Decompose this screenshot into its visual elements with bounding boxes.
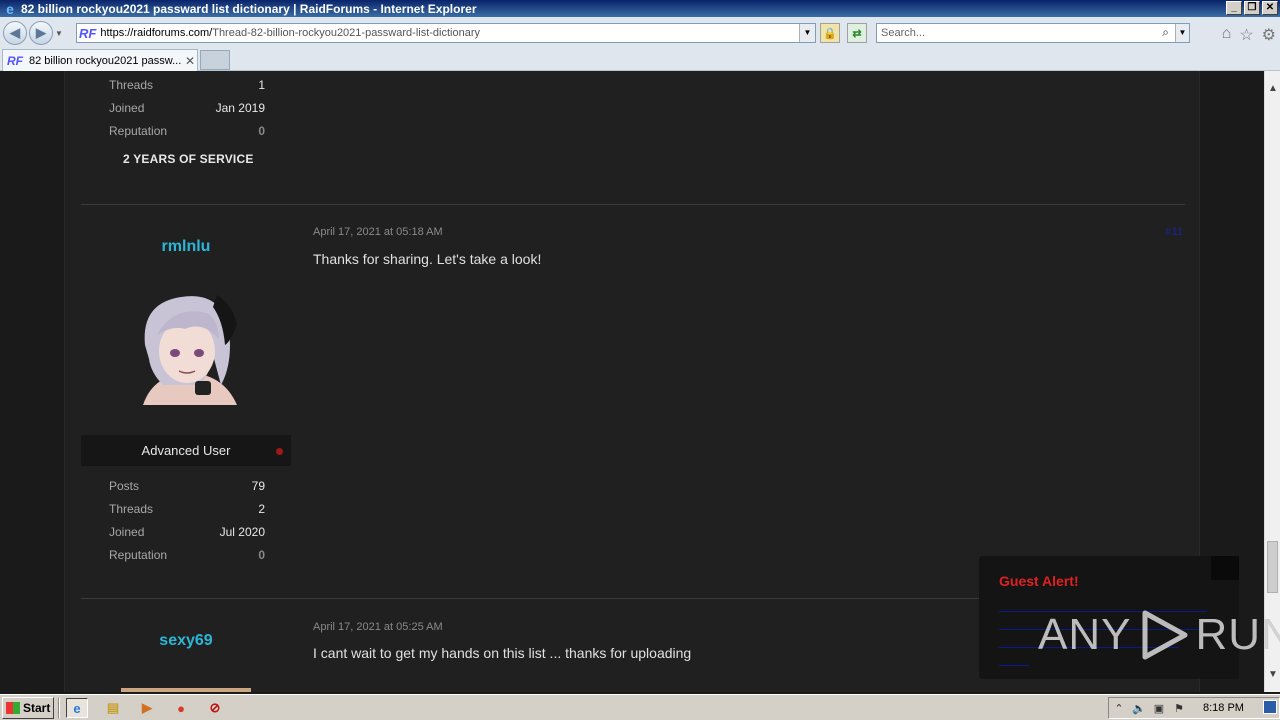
close-button[interactable]: ✕	[1262, 1, 1278, 15]
post-username[interactable]: rmlnlu	[81, 238, 291, 256]
network-icon[interactable]: ▣	[1149, 702, 1169, 715]
navigation-bar: ◀ ▶ ▼ RF https://raidforums.com/Thread-8…	[0, 17, 1280, 49]
windows-logo-icon	[6, 702, 20, 714]
page-scrollbar[interactable]: ▲ ▼	[1264, 71, 1280, 692]
user-avatar[interactable]	[121, 688, 251, 692]
internet-explorer-taskbar-icon[interactable]: e	[66, 698, 88, 718]
scrollbar-thumb[interactable]	[1267, 541, 1278, 593]
user-rank-label: Advanced User	[141, 443, 231, 458]
address-dropdown-icon[interactable]: ▼	[799, 24, 815, 42]
show-desktop-button[interactable]	[1263, 700, 1277, 714]
stat-row: Threads 2	[109, 497, 265, 520]
search-input[interactable]: Search... ⌕ ▼	[876, 23, 1190, 43]
scroll-up-icon[interactable]: ▲	[1268, 83, 1278, 94]
window-controls: _ ❐ ✕	[1226, 1, 1278, 15]
online-status-icon	[276, 448, 283, 455]
action-center-flag-icon[interactable]: ⚑	[1169, 702, 1189, 715]
watermark-right: RUN	[1195, 610, 1280, 659]
play-icon	[1142, 610, 1188, 660]
media-player-icon[interactable]: ▶	[136, 698, 158, 718]
chrome-icon[interactable]: ●	[170, 698, 192, 718]
window-titlebar: e 82 billion rockyou2021 passward list d…	[0, 0, 1280, 17]
forward-button[interactable]: ▶	[29, 21, 53, 45]
file-explorer-icon[interactable]: ▤	[102, 698, 124, 718]
stat-value: 1	[258, 77, 265, 92]
watermark-left: ANY	[1038, 610, 1132, 659]
new-tab-button[interactable]	[200, 50, 230, 70]
alert-close-button[interactable]	[1211, 556, 1239, 580]
post-body: Thanks for sharing. Let's take a look!	[313, 251, 542, 267]
stat-label: Threads	[109, 77, 154, 92]
stat-row: Joined Jan 2019	[109, 96, 265, 119]
system-tray: ⌃ 🔈 ▣ ⚑ 8:18 PM	[1108, 697, 1280, 719]
search-icon[interactable]: ⌕	[1162, 25, 1169, 40]
post-username[interactable]: sexy69	[81, 632, 291, 650]
stat-label: Reputation	[109, 123, 168, 138]
stat-row: Reputation 0	[109, 119, 265, 142]
stat-label: Posts	[109, 478, 140, 493]
tab-close-icon[interactable]: ✕	[185, 54, 195, 68]
url-text[interactable]: https://raidforums.com/Thread-82-billion…	[100, 27, 480, 39]
prev-user-stats: Threads 1 Joined Jan 2019 Reputation 0	[109, 73, 265, 142]
tab-favicon-icon: RF	[7, 53, 23, 68]
address-bar[interactable]: RF https://raidforums.com/Thread-82-bill…	[76, 23, 816, 43]
start-button[interactable]: Start	[2, 697, 54, 719]
windows-taskbar: Start e ▤ ▶ ● ⊘ ⌃ 🔈 ▣ ⚑ 8:18 PM	[0, 694, 1280, 720]
favorites-star-icon[interactable]: ☆	[1239, 25, 1253, 45]
stat-label: Threads	[109, 501, 154, 516]
post-date: April 17, 2021 at 05:25 AM	[313, 621, 443, 633]
history-dropdown-icon[interactable]: ▼	[55, 29, 65, 38]
settings-gear-icon[interactable]: ⚙	[1262, 25, 1276, 45]
home-icon[interactable]: ⌂	[1222, 25, 1232, 45]
post-body: I cant wait to get my hands on this list…	[313, 645, 692, 661]
user-stats: Posts 79 Threads 2 Joined Jul 2020 Reput…	[109, 474, 265, 566]
search-placeholder: Search...	[881, 27, 926, 39]
years-of-service-badge: 2 YEARS OF SERVICE	[123, 152, 254, 166]
volume-icon[interactable]: 🔈	[1129, 702, 1149, 715]
stat-value: Jan 2019	[215, 100, 265, 115]
security-alert-icon[interactable]: ⊘	[204, 698, 226, 718]
user-rank-bar: Advanced User	[81, 435, 291, 466]
security-lock-icon[interactable]: 🔒	[820, 23, 840, 43]
stat-value: 79	[251, 478, 265, 493]
search-dropdown-icon[interactable]: ▼	[1175, 24, 1189, 42]
guest-alert-title: Guest Alert!	[999, 573, 1079, 589]
stat-label: Reputation	[109, 547, 168, 562]
maximize-button[interactable]: ❐	[1244, 1, 1260, 15]
post-number-link[interactable]: #11	[1165, 226, 1183, 238]
refresh-icon[interactable]: ⇄	[847, 23, 867, 43]
url-domain: https://raidforums.com/	[100, 27, 213, 39]
stat-row: Joined Jul 2020	[109, 520, 265, 543]
stat-row: Threads 1	[109, 73, 265, 96]
post-date: April 17, 2021 at 05:18 AM	[313, 226, 443, 238]
start-label: Start	[23, 701, 51, 715]
minimize-button[interactable]: _	[1226, 1, 1242, 15]
tray-expand-icon[interactable]: ⌃	[1109, 702, 1129, 715]
tab-raidforums-thread[interactable]: RF 82 billion rockyou2021 passw... ✕	[2, 49, 198, 71]
scroll-down-icon[interactable]: ▼	[1268, 669, 1278, 680]
window-title: 82 billion rockyou2021 passward list dic…	[21, 1, 477, 16]
url-path: Thread-82-billion-rockyou2021-passward-l…	[212, 27, 480, 39]
tab-label: 82 billion rockyou2021 passw...	[29, 54, 181, 67]
taskbar-clock[interactable]: 8:18 PM	[1203, 702, 1244, 714]
back-button[interactable]: ◀	[3, 21, 27, 45]
stat-row: Reputation 0	[109, 543, 265, 566]
stat-label: Joined	[109, 100, 145, 115]
stat-row: Posts 79	[109, 474, 265, 497]
stat-value: Jul 2020	[219, 524, 265, 539]
taskbar-separator	[58, 698, 60, 718]
site-favicon-icon: RF	[79, 25, 97, 41]
internet-explorer-icon: e	[6, 0, 14, 17]
stat-value: 0	[258, 547, 265, 562]
tab-bar: RF 82 billion rockyou2021 passw... ✕	[0, 49, 1280, 71]
stat-value: 0	[258, 123, 265, 138]
stat-label: Joined	[109, 524, 145, 539]
stat-value: 2	[258, 501, 265, 516]
user-avatar[interactable]	[133, 285, 241, 405]
browser-tools: ⌂ ☆ ⚙	[1222, 25, 1276, 45]
anyrun-watermark: ANY RUN	[1038, 607, 1280, 663]
post-divider	[81, 204, 1185, 205]
